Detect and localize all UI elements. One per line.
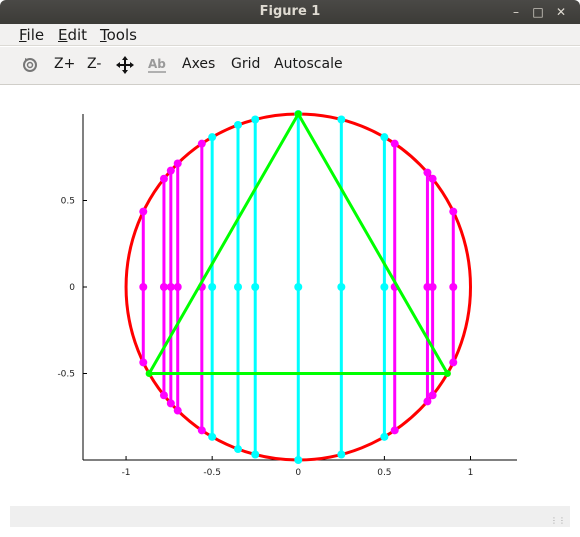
x-tick-label: 1	[468, 468, 474, 478]
menu-edit[interactable]: Edit	[58, 26, 87, 44]
chord-point	[208, 283, 217, 291]
chord-point	[159, 174, 168, 183]
chord-point	[423, 397, 432, 406]
triangle-vertex-point	[145, 370, 153, 377]
triangle-vertex-point	[443, 370, 451, 377]
x-tick-label: 0	[295, 468, 301, 478]
x-tick-label: -1	[122, 468, 131, 478]
grid-button[interactable]: Grid	[231, 56, 260, 72]
chord-point	[173, 159, 182, 168]
x-tick-label: 0.5	[377, 468, 391, 478]
chord-point	[449, 283, 458, 291]
chord-point	[197, 426, 206, 435]
toolbar: Z+ Z- Ab Axes Grid Autoscale	[0, 47, 580, 85]
chord-point	[380, 432, 389, 441]
chord-point	[139, 283, 148, 291]
menu-bar: File Edit Tools	[0, 24, 580, 46]
zoom-in-button[interactable]: Z+	[54, 56, 75, 72]
figure-canvas[interactable]: -1 -0.5 0 0.5 1 0.5 0 -0.5	[0, 86, 580, 504]
chord-point	[173, 283, 182, 291]
chord-point	[380, 283, 389, 291]
chord-point	[166, 399, 175, 408]
chord-point	[428, 391, 437, 400]
chord-point	[423, 168, 432, 177]
status-bar: ⋮⋮	[10, 506, 570, 527]
chord-point	[197, 139, 206, 148]
chord-point	[428, 174, 437, 183]
chord-point	[337, 450, 346, 459]
maximize-icon[interactable]: □	[530, 4, 546, 20]
x-tick-label: -0.5	[203, 468, 221, 478]
chord-point	[139, 207, 148, 216]
chord-point	[159, 391, 168, 400]
chord-point	[337, 283, 346, 291]
chord-point	[294, 456, 303, 464]
pan-icon[interactable]	[115, 54, 135, 76]
chord-point	[294, 283, 303, 291]
autoscale-button[interactable]: Autoscale	[274, 56, 343, 72]
chord-point	[337, 115, 346, 124]
plot-area[interactable]: -1 -0.5 0 0.5 1 0.5 0 -0.5	[0, 86, 580, 504]
chord-point	[251, 283, 260, 291]
chord-point	[390, 139, 399, 148]
chord-point	[251, 450, 260, 459]
zoom-out-button[interactable]: Z-	[87, 56, 101, 72]
chord-point	[251, 115, 260, 124]
chord-point	[173, 406, 182, 415]
y-tick-label: -0.5	[57, 370, 75, 380]
y-tick-label: 0.5	[61, 197, 75, 207]
title-bar: Figure 1 – □ ✕	[0, 0, 580, 24]
chord-point	[159, 283, 168, 291]
y-tick-label: 0	[69, 283, 75, 293]
minimize-icon[interactable]: –	[508, 4, 524, 20]
chord-point	[139, 358, 148, 367]
svg-text:Ab: Ab	[148, 57, 166, 71]
triangle-vertex-point	[294, 110, 302, 118]
window-title: Figure 1	[259, 4, 321, 19]
chord-point	[234, 283, 242, 291]
chord-point	[166, 283, 175, 291]
rotate-icon[interactable]	[20, 54, 40, 76]
chord-point	[449, 207, 458, 216]
chord-point	[234, 120, 242, 129]
text-icon: Ab	[148, 57, 166, 73]
menu-file[interactable]: File	[19, 26, 44, 44]
chord-point	[208, 432, 217, 441]
menu-tools[interactable]: Tools	[100, 26, 137, 44]
resize-grip-icon[interactable]: ⋮⋮	[550, 516, 566, 525]
chord-point	[208, 133, 217, 142]
chord-point	[390, 426, 399, 435]
chord-point	[449, 358, 458, 367]
chord-point	[428, 283, 437, 291]
axes-button[interactable]: Axes	[182, 56, 215, 72]
chord-point	[234, 445, 242, 454]
chord-point	[380, 133, 389, 142]
close-icon[interactable]: ✕	[553, 4, 569, 20]
chord-point	[166, 166, 175, 175]
